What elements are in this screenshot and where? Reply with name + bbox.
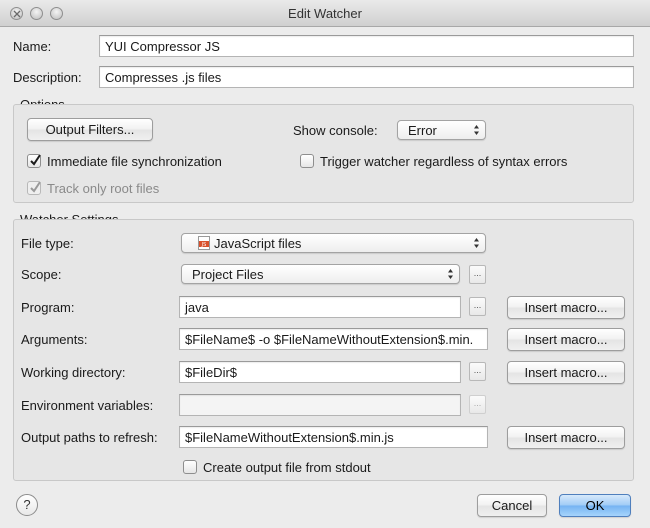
show-console-value: Error (408, 123, 437, 138)
scope-select[interactable]: Project Files (181, 264, 460, 284)
title-bar: Edit Watcher (0, 0, 650, 27)
checkmark-icon (30, 154, 41, 166)
file-type-value: JavaScript files (214, 236, 302, 251)
output-filters-button[interactable]: Output Filters... (27, 118, 153, 141)
help-button[interactable]: ? (16, 494, 38, 516)
track-root-label: Track only root files (47, 181, 160, 196)
program-label: Program: (21, 300, 75, 315)
description-label: Description: (13, 70, 82, 85)
output-paths-insert-macro-button[interactable]: Insert macro... (507, 426, 625, 449)
arguments-input[interactable]: $FileName$ -o $FileNameWithoutExtension$… (179, 328, 488, 350)
environment-variables-input[interactable] (179, 394, 461, 416)
scope-browse-button[interactable]: ... (469, 265, 486, 284)
scope-label: Scope: (21, 267, 62, 282)
name-label: Name: (13, 39, 52, 54)
name-input[interactable]: YUI Compressor JS (99, 35, 634, 57)
edit-watcher-dialog: Edit Watcher Name: YUI Compressor JS Des… (0, 0, 650, 528)
ok-button[interactable]: OK (559, 494, 631, 517)
show-console-label: Show console: (293, 123, 378, 138)
immediate-sync-label: Immediate file synchronization (47, 154, 222, 169)
description-input[interactable]: Compresses .js files (99, 66, 634, 88)
file-type-label: File type: (21, 236, 74, 251)
environment-variables-label: Environment variables: (21, 398, 154, 413)
up-down-arrows-icon (448, 269, 453, 279)
output-paths-input[interactable]: $FileNameWithoutExtension$.min.js (179, 426, 488, 448)
arguments-insert-macro-button[interactable]: Insert macro... (507, 328, 625, 351)
arguments-label: Arguments: (21, 332, 88, 347)
stdout-label: Create output file from stdout (203, 460, 371, 475)
scope-value: Project Files (192, 267, 264, 282)
immediate-sync-checkbox[interactable] (27, 154, 41, 168)
show-console-select[interactable]: Error (397, 120, 486, 140)
environment-variables-browse-button[interactable]: ... (469, 395, 486, 414)
svg-text:JS: JS (201, 242, 207, 248)
up-down-arrows-icon (474, 125, 479, 135)
stdout-checkbox[interactable] (183, 460, 197, 474)
cancel-button[interactable]: Cancel (477, 494, 547, 517)
output-paths-label: Output paths to refresh: (21, 430, 158, 445)
window-title: Edit Watcher (288, 6, 362, 21)
up-down-arrows-icon (474, 238, 479, 248)
trigger-watcher-label: Trigger watcher regardless of syntax err… (320, 154, 568, 169)
working-directory-label: Working directory: (21, 365, 126, 380)
file-type-select[interactable]: JS JavaScript files (181, 233, 486, 253)
trigger-watcher-checkbox[interactable] (300, 154, 314, 168)
track-root-checkbox[interactable] (27, 181, 41, 195)
program-browse-button[interactable]: ... (469, 297, 486, 316)
working-directory-insert-macro-button[interactable]: Insert macro... (507, 361, 625, 384)
working-directory-input[interactable]: $FileDir$ (179, 361, 461, 383)
program-insert-macro-button[interactable]: Insert macro... (507, 296, 625, 319)
working-directory-browse-button[interactable]: ... (469, 362, 486, 381)
program-input[interactable]: java (179, 296, 461, 318)
js-file-icon: JS (198, 236, 210, 250)
checkmark-icon (30, 181, 41, 193)
